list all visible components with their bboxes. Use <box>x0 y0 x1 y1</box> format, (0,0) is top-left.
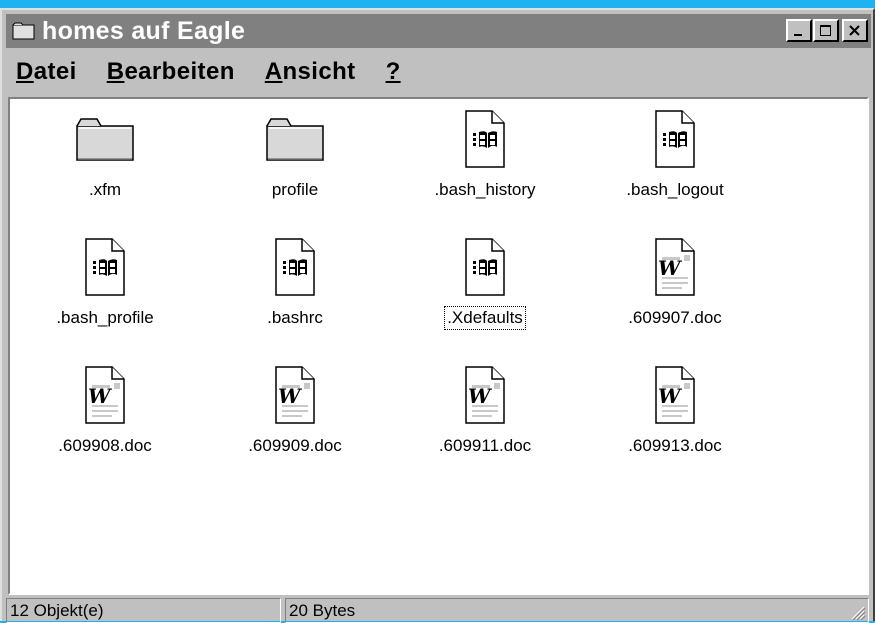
maximize-button[interactable] <box>813 19 839 42</box>
file-view[interactable]: .xfm profile .bash_history .bash_logout … <box>8 97 869 595</box>
word-document-icon[interactable]: W <box>71 365 139 425</box>
file-name-label[interactable]: .609907.doc <box>626 307 724 329</box>
maximize-icon <box>820 24 831 36</box>
file-name-label[interactable]: .609909.doc <box>246 435 344 457</box>
menu-accel: D <box>16 58 34 85</box>
file-item[interactable]: .bash_profile <box>10 237 200 365</box>
menu-label: earbeiten <box>124 58 235 85</box>
file-name-label[interactable]: .bashrc <box>265 307 325 329</box>
file-item[interactable]: W .609913.doc <box>580 365 770 493</box>
svg-text:W: W <box>658 256 683 280</box>
menu-accel: ? <box>385 58 401 85</box>
file-item[interactable]: W .609909.doc <box>200 365 390 493</box>
svg-text:W: W <box>88 384 113 408</box>
status-object-count: 12 Objekt(e) <box>6 598 281 623</box>
explorer-window: homes auf Eagle Datei Bearbeiten Ansicht… <box>0 8 875 623</box>
windows-file-icon[interactable] <box>261 237 329 297</box>
menu-accel: B <box>106 58 125 85</box>
close-button[interactable] <box>842 19 868 42</box>
status-size-cell: 20 Bytes <box>285 598 869 623</box>
file-item[interactable]: .bashrc <box>200 237 390 365</box>
menu-ansicht[interactable]: Ansicht <box>265 58 356 86</box>
folder-icon[interactable] <box>261 109 329 169</box>
file-name-label[interactable]: .bash_history <box>432 179 537 201</box>
menu-help[interactable]: ? <box>386 58 401 86</box>
word-document-icon[interactable]: W <box>261 365 329 425</box>
minimize-icon <box>794 33 802 36</box>
windows-file-icon[interactable] <box>71 237 139 297</box>
window-controls <box>785 19 868 42</box>
file-item[interactable]: .Xdefaults <box>390 237 580 365</box>
file-name-label[interactable]: .bash_profile <box>54 307 155 329</box>
file-name-label[interactable]: .609908.doc <box>56 435 154 457</box>
close-icon <box>849 24 860 36</box>
file-item[interactable]: .bash_history <box>390 109 580 237</box>
word-document-icon[interactable]: W <box>641 237 709 297</box>
menu-datei[interactable]: Datei <box>16 58 77 86</box>
status-bar: 12 Objekt(e) 20 Bytes <box>6 596 873 623</box>
file-name-label[interactable]: .609911.doc <box>437 435 533 457</box>
menu-label: nsicht <box>282 58 356 85</box>
file-name-label[interactable]: .Xdefaults <box>444 306 526 330</box>
menu-accel: A <box>264 58 283 85</box>
file-grid: .xfm profile .bash_history .bash_logout … <box>10 99 770 493</box>
menu-bearbeiten[interactable]: Bearbeiten <box>107 58 235 86</box>
file-item[interactable]: W .609907.doc <box>580 237 770 365</box>
windows-file-icon[interactable] <box>451 237 519 297</box>
word-document-icon[interactable]: W <box>451 365 519 425</box>
file-item[interactable]: W .609908.doc <box>10 365 200 493</box>
svg-text:W: W <box>278 384 303 408</box>
file-item[interactable]: .xfm <box>10 109 200 237</box>
file-name-label[interactable]: profile <box>270 179 320 201</box>
folder-icon <box>12 22 35 40</box>
file-item[interactable]: profile <box>200 109 390 237</box>
resize-grip-icon[interactable] <box>848 603 866 621</box>
minimize-button[interactable] <box>786 19 812 42</box>
file-item[interactable]: .bash_logout <box>580 109 770 237</box>
file-name-label[interactable]: .xfm <box>87 179 123 201</box>
status-size: 20 Bytes <box>289 601 356 620</box>
title-bar[interactable]: homes auf Eagle <box>6 14 871 48</box>
word-document-icon[interactable]: W <box>641 365 709 425</box>
file-name-label[interactable]: .609913.doc <box>626 435 724 457</box>
menu-bar: Datei Bearbeiten Ansicht ? <box>8 50 868 94</box>
window-title: homes auf Eagle <box>42 16 246 45</box>
svg-text:W: W <box>468 384 493 408</box>
svg-text:W: W <box>658 384 683 408</box>
windows-file-icon[interactable] <box>641 109 709 169</box>
file-item[interactable]: W .609911.doc <box>390 365 580 493</box>
file-name-label[interactable]: .bash_logout <box>624 179 725 201</box>
menu-label: atei <box>33 58 77 85</box>
windows-file-icon[interactable] <box>451 109 519 169</box>
folder-icon[interactable] <box>71 109 139 169</box>
